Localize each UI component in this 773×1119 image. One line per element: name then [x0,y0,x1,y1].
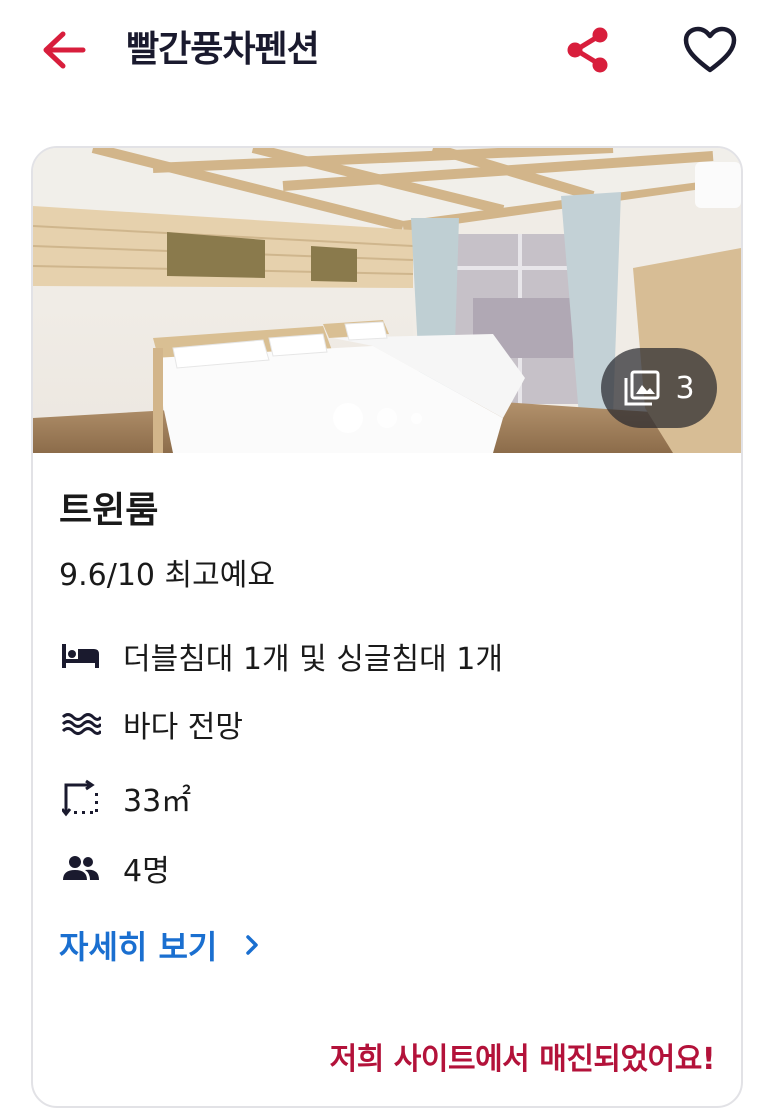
sold-out-notice: 저희 사이트에서 매진되었어요! [329,1042,716,1077]
favorite-button[interactable] [680,22,740,78]
people-icon [59,846,103,890]
feature-capacity-text: 4명 [123,854,170,889]
carousel-dot[interactable] [377,408,397,428]
waves-icon [59,702,103,746]
arrow-left-icon [43,31,86,69]
feature-view-text: 바다 전망 [123,710,243,745]
page-title: 빨간풍차펜션 [126,29,320,70]
view-details-label: 자세히 보기 [59,928,218,966]
room-photo[interactable]: 3 [33,148,741,453]
chevron-right-icon [246,935,259,955]
feature-area-text: 33㎡ [123,784,192,819]
photo-count-badge[interactable]: 3 [601,348,717,428]
area-icon [59,776,103,820]
room-name: 트윈룸 [59,490,159,531]
feature-bed-text: 더블침대 1개 및 싱글침대 1개 [123,642,503,677]
feature-bed: 더블침대 1개 및 싱글침대 1개 [59,634,503,678]
app-header: 빨간풍차펜션 [0,0,773,100]
view-details-link[interactable]: 자세히 보기 [59,922,259,968]
room-card: 3 트윈룸 9.6/10 최고예요 더블침대 1개 및 싱글침대 1개 바다 전… [31,146,743,1108]
carousel-dot-active[interactable] [333,403,363,433]
heart-outline-icon [683,26,737,73]
carousel-indicator [333,403,422,433]
bed-icon [59,634,103,678]
share-button[interactable] [560,22,616,78]
photo-library-icon [624,370,660,406]
back-button[interactable] [36,24,92,76]
share-icon [567,27,608,73]
feature-capacity: 4명 [59,846,170,890]
room-rating: 9.6/10 최고예요 [59,558,275,593]
feature-view: 바다 전망 [59,702,243,746]
carousel-dot[interactable] [411,412,422,424]
photo-count: 3 [675,370,695,406]
feature-area: 33㎡ [59,776,191,820]
